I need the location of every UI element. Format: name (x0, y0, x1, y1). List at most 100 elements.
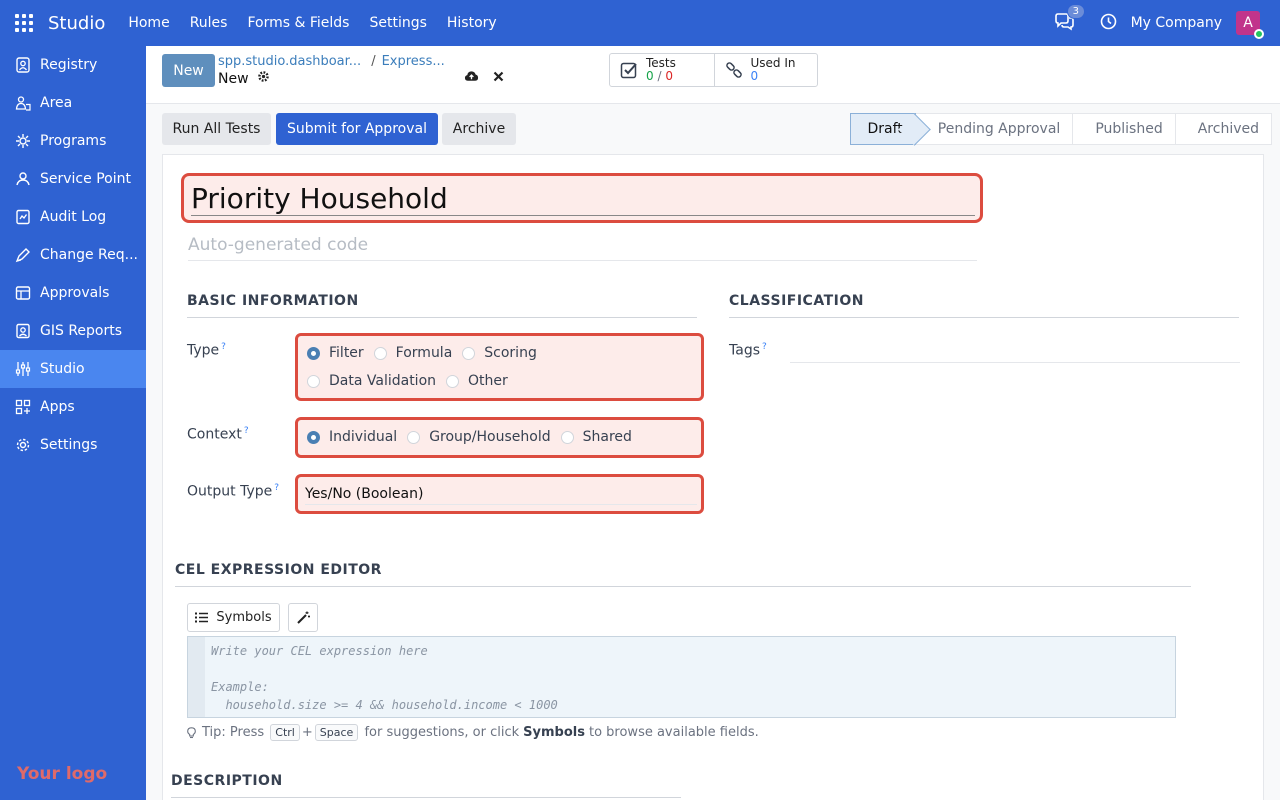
type-option-formula[interactable]: Formula (373, 345, 452, 361)
breadcrumb-dashboard-link[interactable]: spp.studio.dashboar... (218, 54, 361, 69)
type-label: Type? (187, 342, 226, 359)
symbols-label: Symbols (216, 610, 272, 625)
run-all-tests-button[interactable]: Run All Tests (162, 113, 271, 145)
company-logo: Your logo (17, 764, 108, 784)
help-tooltip-icon[interactable]: ? (274, 483, 279, 493)
apps-icon (14, 398, 32, 416)
magic-wand-icon (296, 611, 310, 624)
sidebar-item-registry[interactable]: Registry (0, 46, 146, 84)
sidebar-item-programs[interactable]: Programs (0, 122, 146, 160)
gis-reports-icon (14, 322, 32, 340)
apps-grid-icon[interactable] (15, 14, 33, 32)
app-brand[interactable]: Studio (48, 13, 105, 34)
sidebar: Registry Area Programs Service Point Aud… (0, 46, 146, 800)
record-name: New (218, 70, 249, 87)
approvals-icon (14, 284, 32, 302)
used-in-stat-button[interactable]: Used In 0 (713, 54, 818, 86)
stage-published[interactable]: Published (1073, 113, 1176, 145)
menu-home[interactable]: Home (128, 15, 169, 31)
context-option-group-household[interactable]: Group/Household (407, 429, 551, 445)
editor-gutter (188, 637, 205, 717)
radio-selected (307, 346, 320, 360)
checkbox-icon (620, 61, 638, 79)
context-option-individual[interactable]: Individual (307, 429, 397, 445)
tip-symbols-bold: Symbols (523, 725, 585, 740)
tags-label: Tags? (729, 342, 767, 359)
sidebar-item-label: Registry (40, 57, 98, 73)
menu-settings[interactable]: Settings (369, 15, 426, 31)
online-status-dot (1254, 29, 1264, 39)
messaging-button[interactable]: 3 (1054, 4, 1085, 33)
stage-draft[interactable]: Draft (850, 113, 916, 145)
radio-unselected (373, 346, 387, 360)
company-switcher[interactable]: My Company (1131, 15, 1222, 31)
new-record-button[interactable]: New (162, 54, 215, 87)
code-input[interactable]: Auto-generated code (188, 235, 977, 261)
help-tooltip-icon[interactable]: ? (244, 426, 249, 436)
menu-history[interactable]: History (447, 15, 497, 31)
cloud-save-icon[interactable] (464, 70, 479, 86)
programs-icon (14, 132, 32, 150)
tests-failed: 0 (665, 69, 673, 83)
cel-expression-editor[interactable]: Write your CEL expression here Example: … (187, 636, 1176, 718)
sidebar-item-label: Programs (40, 133, 107, 149)
tests-stat-button[interactable]: Tests 0 / 0 (610, 54, 714, 86)
audit-log-icon (14, 208, 32, 226)
activity-clock-icon[interactable] (1100, 13, 1117, 34)
user-avatar[interactable]: A (1236, 11, 1264, 39)
expression-name-input[interactable]: Priority Household (191, 182, 975, 216)
top-menu: Home Rules Forms & Fields Settings Histo… (118, 15, 506, 31)
discard-close-icon[interactable] (493, 70, 504, 86)
sidebar-item-service-point[interactable]: Service Point (0, 160, 146, 198)
stage-pending-approval[interactable]: Pending Approval (915, 113, 1074, 145)
type-option-scoring[interactable]: Scoring (462, 345, 537, 361)
submit-for-approval-button[interactable]: Submit for Approval (276, 113, 438, 145)
sidebar-item-studio[interactable]: Studio (0, 350, 146, 388)
sidebar-item-label: Change Req... (40, 247, 138, 263)
stage-archived[interactable]: Archived (1175, 113, 1272, 145)
sidebar-item-label: Studio (40, 361, 85, 377)
context-label: Context? (187, 426, 249, 443)
record-title: New (218, 70, 270, 87)
main-content: New spp.studio.dashboar... / Express... Ne… (146, 46, 1280, 800)
sidebar-item-apps[interactable]: Apps (0, 388, 146, 426)
tags-input[interactable] (790, 345, 1240, 363)
status-stages: Draft Pending Approval Published Archive… (850, 113, 1272, 145)
output-type-label: Output Type? (187, 483, 280, 500)
sidebar-item-label: Approvals (40, 285, 110, 301)
sidebar-item-gis-reports[interactable]: GIS Reports (0, 312, 146, 350)
magic-wand-button[interactable] (288, 603, 318, 632)
sidebar-item-area[interactable]: Area (0, 84, 146, 122)
name-field-highlight: Priority Household (181, 173, 983, 223)
symbols-button[interactable]: Symbols (187, 603, 280, 632)
sidebar-item-change-requests[interactable]: Change Req... (0, 236, 146, 274)
breadcrumb: spp.studio.dashboar... / Express... (218, 54, 445, 69)
editor-placeholder: Write your CEL expression here Example: … (211, 644, 558, 712)
radio-unselected (446, 374, 460, 388)
tests-value: 0 / 0 (646, 69, 673, 83)
sidebar-item-label: GIS Reports (40, 323, 123, 339)
menu-rules[interactable]: Rules (190, 15, 228, 31)
help-tooltip-icon[interactable]: ? (221, 342, 226, 352)
menu-forms-fields[interactable]: Forms & Fields (247, 15, 349, 31)
archive-button[interactable]: Archive (442, 113, 516, 145)
type-field-highlight: Filter Formula Scoring Data Validation O… (295, 333, 704, 401)
breadcrumb-expressions-link[interactable]: Express... (382, 54, 445, 69)
avatar-letter: A (1243, 15, 1253, 31)
action-bar: Run All Tests Submit for Approval Archiv… (146, 104, 1280, 154)
sidebar-item-settings[interactable]: Settings (0, 426, 146, 464)
radio-unselected (462, 346, 476, 360)
gear-icon[interactable] (257, 70, 270, 87)
section-cel-expression-editor: CEL EXPRESSION EDITOR (175, 562, 1191, 587)
type-option-filter[interactable]: Filter (307, 345, 364, 361)
sidebar-item-audit-log[interactable]: Audit Log (0, 198, 146, 236)
type-option-other[interactable]: Other (446, 373, 508, 389)
help-tooltip-icon[interactable]: ? (762, 342, 767, 352)
context-option-shared[interactable]: Shared (560, 429, 632, 445)
sidebar-item-label: Service Point (40, 171, 131, 187)
change-request-icon (14, 246, 32, 264)
output-type-select[interactable]: Yes/No (Boolean) (305, 483, 697, 505)
type-option-data-validation[interactable]: Data Validation (307, 373, 436, 389)
sidebar-item-approvals[interactable]: Approvals (0, 274, 146, 312)
section-basic-information: BASIC INFORMATION (187, 293, 697, 318)
